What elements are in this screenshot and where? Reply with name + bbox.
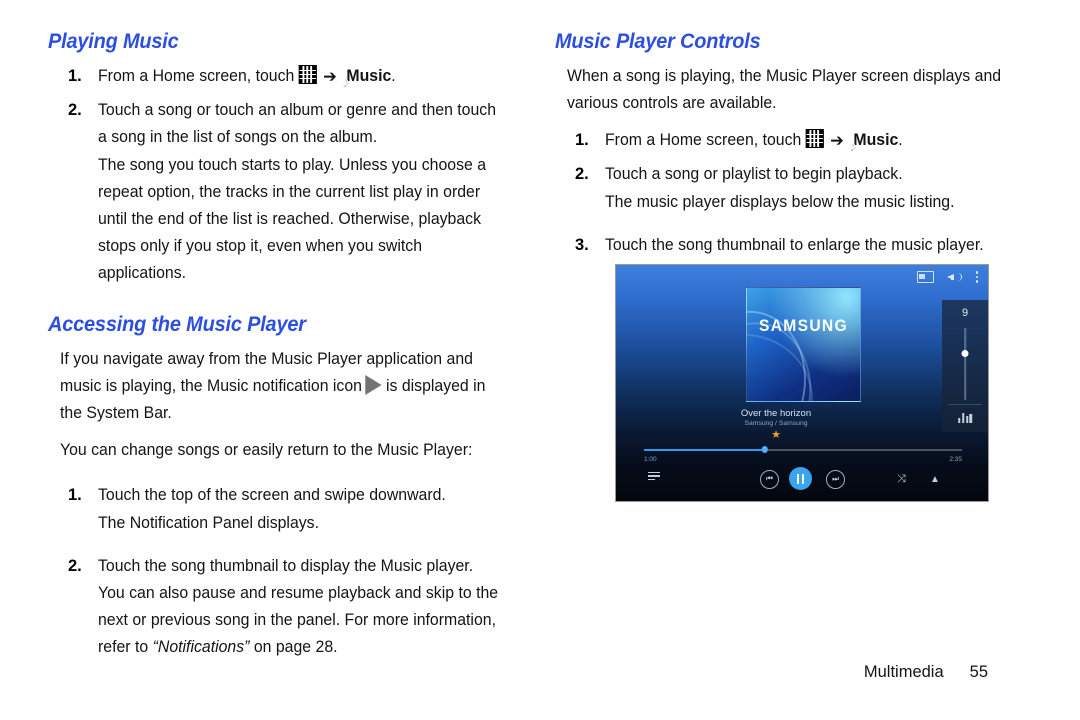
music-label: Music [346, 67, 392, 85]
paragraph-change-songs: You can change songs or easily return to… [60, 441, 473, 459]
footer-section-label: Multimedia [863, 663, 944, 681]
arrow-icon: ➔ [323, 67, 337, 86]
step-text-part-2: on page 28. [253, 638, 338, 656]
playing-music-steps: 1. From a Home screen, touch ➔ ♪ Music. 2. … [48, 63, 518, 287]
step-number: 1. [68, 486, 82, 504]
seek-handle[interactable] [761, 446, 769, 453]
playlist-queue-icon[interactable] [648, 472, 660, 482]
screen-mirror-icon[interactable] [916, 271, 934, 283]
accessing-player-steps: 1. Touch the top of the screen and swipe… [48, 482, 518, 661]
play-triangle-icon [364, 375, 382, 395]
player-top-bar [916, 271, 978, 283]
step-text: Touch the top of the screen and swipe do… [98, 486, 446, 504]
album-art[interactable]: SAMSUNG [746, 287, 861, 402]
period: . [898, 131, 903, 149]
shuffle-icon[interactable]: ⤨ [897, 474, 906, 485]
track-artist: Samsung / Samsung [744, 420, 808, 427]
footer-page-number: 55 [969, 663, 988, 681]
seek-progress [644, 449, 765, 451]
volume-icon[interactable] [946, 271, 963, 283]
music-player-screenshot: SAMSUNG Over the horizon Samsung / Samsu… [615, 264, 989, 502]
previous-track-button[interactable]: ⏮ [760, 470, 779, 489]
favorite-star-icon[interactable]: ★ [676, 430, 876, 441]
period: . [391, 67, 396, 85]
music-label: Music [853, 131, 899, 149]
list-item: 2. Touch a song or playlist to begin pla… [555, 161, 1025, 216]
pause-button[interactable] [789, 467, 812, 490]
volume-level: 9 [961, 307, 969, 319]
music-player-controls-steps: 1. From a Home screen, touch ➔ ♪ Music. 2. … [555, 127, 1025, 259]
step-text: Touch the song thumbnail to display the … [98, 553, 501, 661]
divider [948, 404, 982, 405]
total-time: 2:35 [949, 456, 962, 463]
step-text: From a Home screen, touch ➔ ♪ Music. [605, 129, 903, 154]
list-item: 2. Touch the song thumbnail to display t… [48, 553, 518, 661]
volume-slider-handle[interactable] [961, 350, 969, 357]
step-number: 2. [68, 557, 82, 575]
apps-grid-icon [298, 65, 317, 84]
step-text: Touch a song or touch an album or genre … [98, 101, 497, 146]
apps-grid-icon [805, 129, 824, 148]
step-number: 1. [68, 67, 82, 85]
equalizer-icon[interactable] [958, 412, 972, 423]
left-column: Playing Music 1. From a Home screen, tou… [48, 30, 518, 663]
repeat-icon[interactable]: ▲ [930, 474, 940, 485]
step-note: The Notification Panel displays. [98, 514, 319, 532]
next-glyph: ⏭ [832, 474, 839, 483]
step-text-lead: From a Home screen, touch [605, 131, 802, 149]
step-number: 1. [575, 131, 589, 149]
paragraph-intro: When a song is playing, the Music Player… [567, 67, 1002, 112]
more-options-icon[interactable] [975, 271, 978, 283]
arrow-icon: ➔ [830, 131, 844, 150]
step-note: The song you touch starts to play. Unles… [98, 156, 487, 282]
page-footer: Multimedia 55 [0, 663, 1080, 682]
next-track-button[interactable]: ⏭ [826, 470, 845, 489]
step-number: 2. [575, 165, 589, 183]
list-item: 2. Touch a song or touch an album or gen… [48, 97, 518, 287]
album-art-brand-text: SAMSUNG [759, 316, 848, 335]
cross-reference-link[interactable]: “Notifications” [153, 638, 250, 656]
step-text: Touch the song thumbnail to enlarge the … [605, 236, 984, 254]
list-item: 1. From a Home screen, touch ➔ ♪ Music. [48, 63, 518, 95]
heading-accessing-music-player: Accessing the Music Player [48, 313, 306, 336]
heading-playing-music: Playing Music [48, 30, 179, 53]
document-page: Playing Music 1. From a Home screen, tou… [0, 0, 1080, 720]
right-column: Music Player Controls When a song is pla… [555, 30, 1025, 261]
previous-glyph: ⏮ [766, 474, 773, 483]
step-text-lead: From a Home screen, touch [98, 67, 295, 85]
paragraph-notification-icon: If you navigate away from the Music Play… [60, 346, 500, 427]
step-text: Touch a song or playlist to begin playba… [605, 165, 903, 183]
elapsed-time: 1:00 [644, 456, 657, 463]
seek-bar[interactable] [644, 446, 962, 453]
step-note: The music player displays below the musi… [605, 193, 955, 211]
list-item: 3. Touch the song thumbnail to enlarge t… [555, 232, 1025, 259]
track-title: Over the horizon [740, 408, 812, 419]
volume-panel: 9 [942, 300, 988, 432]
step-text: From a Home screen, touch ➔ ♪ Music. [98, 65, 396, 90]
heading-music-player-controls: Music Player Controls [555, 30, 761, 53]
step-number: 3. [575, 236, 589, 254]
playback-controls: ⏮ ⏭ ⤨ ▲ [642, 467, 964, 492]
step-number: 2. [68, 101, 82, 119]
list-item: 1. From a Home screen, touch ➔ ♪ Music. [555, 127, 1025, 159]
list-item: 1. Touch the top of the screen and swipe… [48, 482, 518, 537]
